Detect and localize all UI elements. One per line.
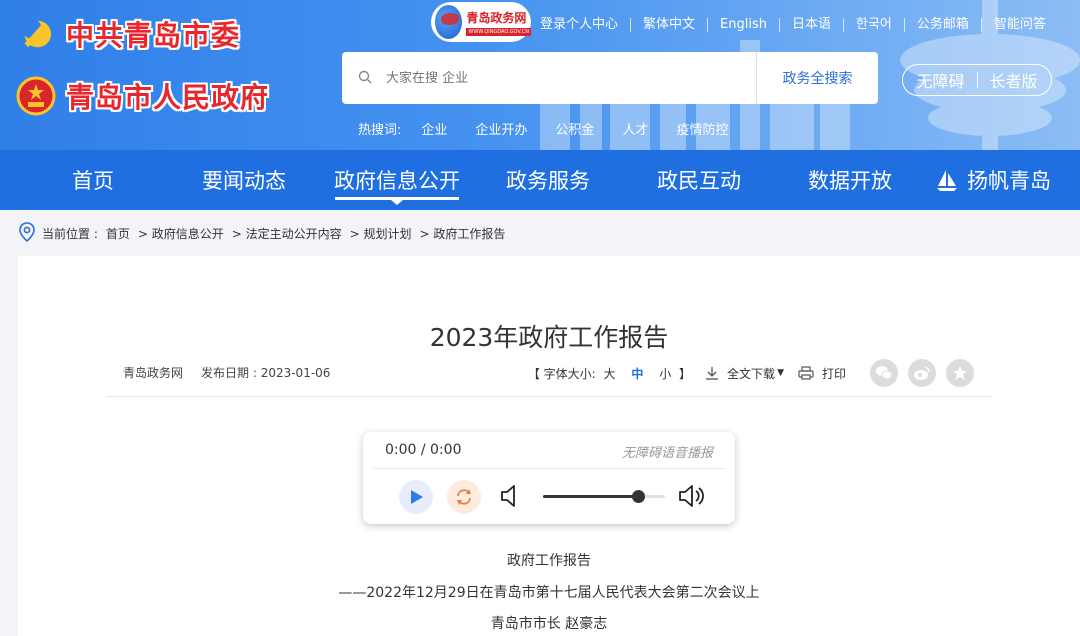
weibo-icon[interactable] bbox=[908, 359, 936, 387]
download-button[interactable]: 全文下载 ▼ bbox=[705, 365, 784, 382]
player-divider bbox=[373, 468, 725, 469]
nav-item-yangfan[interactable]: 扬帆青岛 bbox=[906, 150, 1080, 210]
print-label: 打印 bbox=[821, 366, 846, 381]
speaker-volume-icon[interactable] bbox=[677, 484, 705, 512]
site-header: 中共青岛市委 青岛市人民政府 青岛政务网 WWW.QINGDAO.GOV.CN … bbox=[0, 0, 1080, 150]
top-link-mail[interactable]: 公务邮箱 bbox=[905, 18, 982, 32]
caret-down-icon: ▼ bbox=[777, 368, 784, 378]
article-source: 青岛政务网 bbox=[123, 366, 184, 380]
search-bar: 政务全搜索 bbox=[342, 52, 878, 104]
hot-search-label: 热搜词: bbox=[358, 123, 402, 138]
nav-item-yangfan-label: 扬帆青岛 bbox=[967, 169, 1051, 193]
top-link-smart-qa[interactable]: 智能问答 bbox=[982, 18, 1058, 32]
volume-slider[interactable] bbox=[543, 490, 665, 503]
body-line-heading: 政府工作报告 bbox=[507, 553, 591, 569]
gov-logo[interactable]: 青岛市人民政府 bbox=[16, 76, 269, 116]
font-size-medium[interactable]: 中 bbox=[631, 367, 643, 381]
top-link-english[interactable]: English bbox=[708, 18, 780, 32]
sailboat-icon bbox=[935, 168, 959, 192]
nav-item-news[interactable]: 要闻动态 bbox=[186, 150, 302, 210]
nav-item-services[interactable]: 政务服务 bbox=[492, 150, 604, 210]
article-title: 2023年政府工作报告 bbox=[429, 323, 669, 352]
article-meta: 青岛政务网 发布日期 : 2023-01-06 bbox=[123, 364, 348, 381]
accessibility-toggle: 无障碍 长者版 bbox=[902, 64, 1052, 96]
breadcrumb: 当前位置 : 首页 > 政府信息公开 > 法定主动公开内容 > 规划计划 > 政… bbox=[18, 222, 513, 245]
player-time: 0:00 / 0:00 bbox=[385, 442, 462, 458]
audio-player: 0:00 / 0:00 无障碍语音播报 bbox=[363, 432, 735, 524]
play-button[interactable] bbox=[399, 480, 433, 514]
print-button[interactable]: 打印 bbox=[798, 365, 846, 382]
party-emblem-icon bbox=[16, 14, 56, 54]
font-size-close: 】 bbox=[679, 366, 692, 381]
national-emblem-icon bbox=[16, 76, 56, 116]
site-badge-name: 青岛政务网 bbox=[466, 10, 527, 25]
body-line-author: 青岛市市长 赵豪志 bbox=[490, 616, 608, 632]
hot-keyword[interactable]: 公积金 bbox=[555, 119, 594, 138]
nav-item-home[interactable]: 首页 bbox=[0, 150, 186, 210]
volume-fill bbox=[543, 495, 639, 498]
hot-keyword[interactable]: 人才 bbox=[622, 119, 648, 138]
breadcrumb-label: 当前位置 : bbox=[42, 227, 98, 241]
top-link-login[interactable]: 登录个人中心 bbox=[528, 18, 632, 32]
barrier-free-button[interactable]: 无障碍 bbox=[916, 68, 964, 92]
hot-keyword[interactable]: 企业开办 bbox=[475, 119, 527, 138]
download-icon bbox=[705, 366, 719, 380]
speaker-mute-icon[interactable] bbox=[499, 484, 521, 512]
party-title: 中共青岛市委 bbox=[66, 19, 241, 52]
loop-icon bbox=[454, 487, 474, 507]
breadcrumb-item[interactable]: 首页 bbox=[106, 225, 130, 242]
article-card: 2023年政府工作报告 青岛政务网 发布日期 : 2023-01-06 【 字体… bbox=[18, 256, 1080, 636]
hot-search: 热搜词: 企业 企业开办 公积金 人才 疫情防控 bbox=[358, 119, 756, 138]
font-size-label: 【 字体大小: bbox=[527, 366, 596, 381]
player-label: 无障碍语音播报 bbox=[621, 446, 713, 461]
hot-keyword[interactable]: 疫情防控 bbox=[676, 119, 728, 138]
play-icon bbox=[408, 489, 424, 505]
breadcrumb-item[interactable]: > 规划计划 bbox=[350, 225, 412, 242]
elder-mode-button[interactable]: 长者版 bbox=[990, 68, 1038, 92]
site-badge-domain: WWW.QINGDAO.GOV.CN bbox=[466, 27, 531, 36]
main-nav: 首页 要闻动态 政府信息公开 政务服务 政民互动 数据开放 扬帆青岛 bbox=[0, 150, 1080, 210]
location-pin-icon bbox=[18, 222, 36, 245]
search-icon bbox=[358, 69, 372, 88]
body-line-subtitle: ——2022年12月29日在青岛市第十七届人民代表大会第二次会议上 bbox=[338, 585, 760, 601]
article-date: 发布日期 : 2023-01-06 bbox=[201, 366, 331, 380]
wechat-icon[interactable] bbox=[870, 359, 898, 387]
loop-button[interactable] bbox=[447, 480, 481, 514]
breadcrumb-item[interactable]: > 政府工作报告 bbox=[420, 225, 506, 242]
download-label: 全文下载 bbox=[727, 366, 776, 381]
header-divider bbox=[106, 396, 992, 397]
hot-keyword[interactable]: 企业 bbox=[421, 119, 447, 138]
font-size-small[interactable]: 小 bbox=[659, 367, 671, 381]
site-badge-logo[interactable]: 青岛政务网 WWW.QINGDAO.GOV.CN bbox=[431, 2, 531, 42]
divider bbox=[976, 72, 978, 88]
breadcrumb-item[interactable]: > 政府信息公开 bbox=[138, 225, 224, 242]
site-badge-text: 青岛政务网 WWW.QINGDAO.GOV.CN bbox=[466, 9, 531, 36]
gov-title: 青岛市人民政府 bbox=[66, 81, 270, 114]
party-logo[interactable]: 中共青岛市委 bbox=[16, 14, 240, 54]
favorite-star-icon[interactable] bbox=[946, 359, 974, 387]
search-field bbox=[342, 52, 756, 104]
volume-knob[interactable] bbox=[632, 490, 646, 503]
search-button[interactable]: 政务全搜索 bbox=[756, 52, 878, 104]
top-link-korean[interactable]: 한국어 bbox=[844, 18, 905, 32]
nav-item-open-data[interactable]: 数据开放 bbox=[794, 150, 906, 210]
article-tools: 【 字体大小: 大 中 小 】 全文下载 ▼ 打印 bbox=[528, 359, 974, 387]
top-link-traditional-chinese[interactable]: 繁体中文 bbox=[631, 18, 709, 32]
globe-icon bbox=[435, 5, 463, 39]
search-input[interactable] bbox=[386, 70, 716, 86]
font-size-control: 【 字体大小: 大 中 小 】 bbox=[528, 365, 691, 382]
top-link-japanese[interactable]: 日本语 bbox=[780, 18, 844, 32]
nav-item-gov-info[interactable]: 政府信息公开 bbox=[302, 150, 492, 210]
printer-icon bbox=[798, 366, 814, 380]
font-size-large[interactable]: 大 bbox=[604, 367, 616, 381]
nav-item-interaction[interactable]: 政民互动 bbox=[604, 150, 794, 210]
top-links: 登录个人中心 繁体中文 English 日本语 한국어 公务邮箱 智能问答 bbox=[528, 16, 1058, 34]
breadcrumb-item[interactable]: > 法定主动公开内容 bbox=[232, 225, 342, 242]
